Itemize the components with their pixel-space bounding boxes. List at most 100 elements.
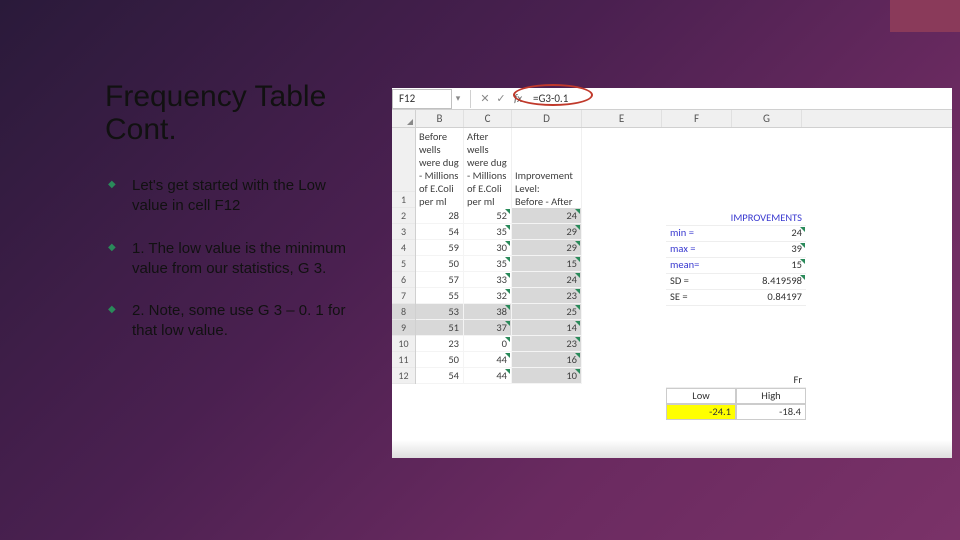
stat-label[interactable]: min = xyxy=(666,226,736,242)
cell[interactable]: 25 xyxy=(512,304,582,320)
cell[interactable]: 35 xyxy=(464,224,512,240)
cell[interactable] xyxy=(515,156,578,169)
cell[interactable]: 38 xyxy=(464,304,512,320)
cell[interactable]: 44 xyxy=(464,368,512,384)
row-header[interactable]: 8 xyxy=(392,304,415,320)
cell[interactable]: were dug xyxy=(467,156,508,169)
row-header[interactable]: 2 xyxy=(392,208,415,224)
stats-block: IMPROVEMENTS min =24 max =39 mean=15 SD … xyxy=(666,210,806,306)
cell[interactable]: Before - After xyxy=(515,195,578,208)
col-header[interactable]: G xyxy=(732,110,802,127)
row-header[interactable]: 10 xyxy=(392,336,415,352)
cell[interactable]: Level: xyxy=(515,182,578,195)
row-header[interactable]: 7 xyxy=(392,288,415,304)
stat-label[interactable]: SD = xyxy=(666,274,736,290)
stat-value[interactable]: 39 xyxy=(736,242,806,258)
cell[interactable]: 52 xyxy=(464,208,512,224)
stat-value[interactable]: 0.84197 xyxy=(736,290,806,306)
row-header[interactable]: 12 xyxy=(392,368,415,384)
excel-screenshot: F12 ▾ ✕ ✓ fx =G3-0.1 B C D E F G 1 2 3 4… xyxy=(392,88,952,458)
stat-value[interactable]: 8.419598 xyxy=(736,274,806,290)
separator xyxy=(470,90,471,108)
high-value[interactable]: -18.4 xyxy=(736,404,806,420)
bullet-list: Let's get started with the Low value in … xyxy=(110,176,360,342)
row-header[interactable]: 1 xyxy=(392,192,415,208)
cell[interactable]: 0 xyxy=(464,336,512,352)
cell[interactable]: 35 xyxy=(464,256,512,272)
low-high-block: Fr Low High -24.1 -18.4 xyxy=(666,372,806,420)
formula-input[interactable]: =G3-0.1 xyxy=(527,90,952,107)
cell[interactable]: wells xyxy=(419,143,460,156)
formula-bar: F12 ▾ ✕ ✓ fx =G3-0.1 xyxy=(392,88,952,110)
cell[interactable]: 16 xyxy=(512,352,582,368)
stat-label[interactable]: max = xyxy=(666,242,736,258)
row-header[interactable]: 5 xyxy=(392,256,415,272)
cell[interactable]: 23 xyxy=(512,336,582,352)
cell[interactable]: of E.Coli xyxy=(419,182,460,195)
stat-label[interactable]: SE = xyxy=(666,290,736,306)
cell[interactable]: - Millions xyxy=(419,169,460,182)
cell[interactable]: 33 xyxy=(464,272,512,288)
cell[interactable]: of E.Coli xyxy=(467,182,508,195)
col-header[interactable]: C xyxy=(464,110,512,127)
cell[interactable]: 51 xyxy=(416,320,464,336)
row-header-blank[interactable] xyxy=(392,128,415,192)
cell[interactable]: 50 xyxy=(416,352,464,368)
stat-label[interactable]: mean= xyxy=(666,258,736,274)
cell[interactable] xyxy=(515,143,578,156)
cell[interactable]: 24 xyxy=(512,208,582,224)
cell[interactable]: wells xyxy=(467,143,508,156)
col-header[interactable]: D xyxy=(512,110,582,127)
cell[interactable]: 37 xyxy=(464,320,512,336)
cell[interactable]: 23 xyxy=(416,336,464,352)
cell[interactable]: 28 xyxy=(416,208,464,224)
cell[interactable]: 30 xyxy=(464,240,512,256)
col-header[interactable]: B xyxy=(416,110,464,127)
name-box[interactable]: F12 xyxy=(392,89,452,109)
cell[interactable]: 15 xyxy=(512,256,582,272)
cell[interactable]: were dug xyxy=(419,156,460,169)
fr-label[interactable]: Fr xyxy=(666,372,806,388)
cell[interactable]: 53 xyxy=(416,304,464,320)
cell[interactable]: 29 xyxy=(512,224,582,240)
cell[interactable]: 54 xyxy=(416,368,464,384)
low-header[interactable]: Low xyxy=(666,388,736,404)
cell[interactable]: 32 xyxy=(464,288,512,304)
stat-value[interactable]: 24 xyxy=(736,226,806,242)
cell[interactable]: per ml xyxy=(467,195,508,208)
column-headers: B C D E F G xyxy=(392,110,952,128)
cell[interactable]: Before xyxy=(419,130,460,143)
col-header[interactable]: F xyxy=(662,110,732,127)
cell[interactable] xyxy=(515,130,578,143)
cell[interactable]: 44 xyxy=(464,352,512,368)
cell[interactable]: 24 xyxy=(512,272,582,288)
cell[interactable]: Improvement xyxy=(515,169,578,182)
high-header[interactable]: High xyxy=(736,388,806,404)
row-header[interactable]: 4 xyxy=(392,240,415,256)
cell[interactable]: - Millions xyxy=(467,169,508,182)
cell[interactable]: 14 xyxy=(512,320,582,336)
namebox-dropdown-icon[interactable]: ▾ xyxy=(452,93,464,104)
stats-title[interactable]: IMPROVEMENTS xyxy=(666,210,806,226)
select-all-corner[interactable] xyxy=(392,110,416,127)
confirm-icon[interactable]: ✓ xyxy=(493,92,509,105)
low-value[interactable]: -24.1 xyxy=(666,404,736,420)
cancel-icon[interactable]: ✕ xyxy=(477,92,493,105)
cell[interactable]: per ml xyxy=(419,195,460,208)
col-header[interactable]: E xyxy=(582,110,662,127)
row-header[interactable]: 6 xyxy=(392,272,415,288)
cell[interactable]: 59 xyxy=(416,240,464,256)
cell[interactable]: 29 xyxy=(512,240,582,256)
fx-icon[interactable]: fx xyxy=(509,92,527,105)
cell[interactable]: 23 xyxy=(512,288,582,304)
cell[interactable]: 54 xyxy=(416,224,464,240)
cell[interactable]: 10 xyxy=(512,368,582,384)
stat-value[interactable]: 15 xyxy=(736,258,806,274)
row-header[interactable]: 11 xyxy=(392,352,415,368)
cell[interactable]: 50 xyxy=(416,256,464,272)
cell[interactable]: 57 xyxy=(416,272,464,288)
cell[interactable]: 55 xyxy=(416,288,464,304)
row-header[interactable]: 3 xyxy=(392,224,415,240)
row-header[interactable]: 9 xyxy=(392,320,415,336)
cell[interactable]: After xyxy=(467,130,508,143)
